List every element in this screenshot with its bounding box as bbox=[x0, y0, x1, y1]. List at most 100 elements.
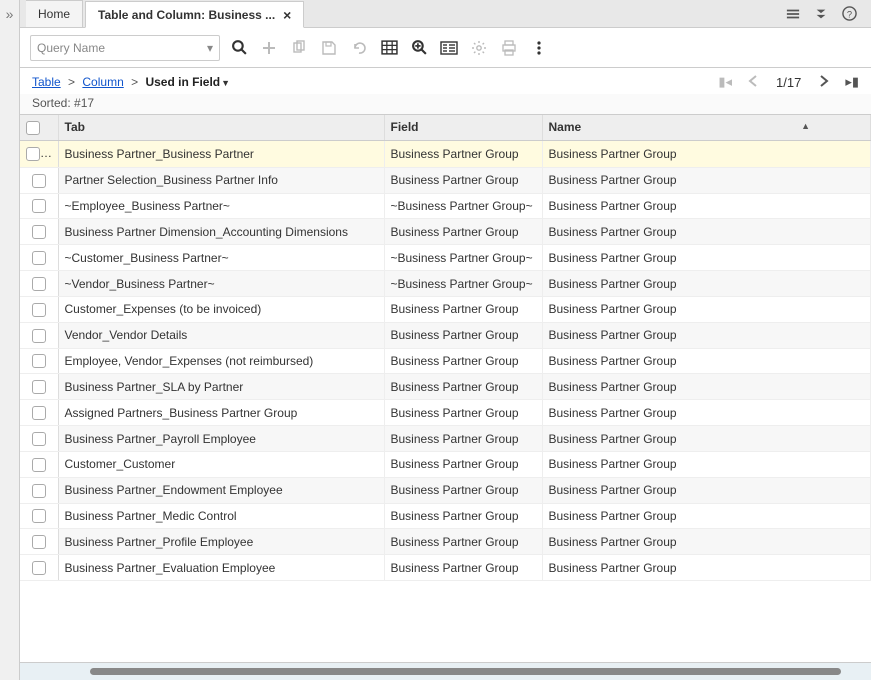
cell-tab: Business Partner_Evaluation Employee bbox=[58, 555, 384, 581]
row-checkbox[interactable] bbox=[32, 458, 46, 472]
row-checkbox-cell bbox=[20, 348, 58, 374]
table-row[interactable]: ~Vendor_Business Partner~~Business Partn… bbox=[20, 271, 871, 297]
more-icon[interactable] bbox=[530, 39, 548, 57]
cell-field: Business Partner Group bbox=[384, 400, 542, 426]
row-checkbox-cell bbox=[20, 322, 58, 348]
cell-field: Business Partner Group bbox=[384, 477, 542, 503]
table-row[interactable]: Business Partner_Endowment EmployeeBusin… bbox=[20, 477, 871, 503]
form-icon[interactable] bbox=[440, 39, 458, 57]
first-page-icon: ▮◂ bbox=[718, 74, 732, 90]
table-row[interactable]: Vendor_Vendor Details Business Partner Gr… bbox=[20, 322, 871, 348]
row-checkbox[interactable] bbox=[32, 174, 46, 188]
cell-field: Business Partner Group bbox=[384, 426, 542, 452]
cell-field: Business Partner Group bbox=[384, 529, 542, 555]
toolbar: Query Name ▾ bbox=[20, 28, 871, 68]
row-checkbox[interactable] bbox=[32, 303, 46, 317]
cell-tab: ~Customer_Business Partner~ bbox=[58, 245, 384, 271]
next-page-icon[interactable] bbox=[815, 75, 831, 90]
table-row[interactable]: Business Partner_Business Partner Busines… bbox=[20, 140, 871, 167]
row-checkbox[interactable] bbox=[32, 484, 46, 498]
table-row[interactable]: Employee, Vendor_Expenses (not reimburse… bbox=[20, 348, 871, 374]
row-checkbox-cell bbox=[20, 477, 58, 503]
row-checkbox[interactable] bbox=[32, 251, 46, 265]
table-row[interactable]: Business Partner Dimension_Accounting Di… bbox=[20, 219, 871, 245]
cell-field: Business Partner Group bbox=[384, 503, 542, 529]
gear-icon bbox=[470, 39, 488, 57]
column-header-tab[interactable]: Tab bbox=[58, 115, 384, 140]
cell-tab: Business Partner_Business Partner bbox=[58, 140, 384, 167]
row-checkbox[interactable] bbox=[32, 535, 46, 549]
undo-icon bbox=[350, 39, 368, 57]
row-checkbox[interactable] bbox=[26, 147, 40, 161]
row-checkbox-cell bbox=[20, 400, 58, 426]
table-row[interactable]: Business Partner_SLA by PartnerBusiness … bbox=[20, 374, 871, 400]
table-row[interactable]: Customer_CustomerBusiness Partner GroupB… bbox=[20, 451, 871, 477]
row-checkbox-cell bbox=[20, 503, 58, 529]
select-all-checkbox[interactable] bbox=[26, 121, 40, 135]
print-icon bbox=[500, 39, 518, 57]
table-row[interactable]: Business Partner_Medic ControlBusiness P… bbox=[20, 503, 871, 529]
cell-name: Business Partner Group bbox=[542, 555, 871, 581]
collapse-icon[interactable] bbox=[814, 7, 828, 21]
column-header-field[interactable]: Field bbox=[384, 115, 542, 140]
row-checkbox-cell bbox=[20, 374, 58, 400]
svg-text:?: ? bbox=[847, 9, 852, 19]
cell-tab: ~Employee_Business Partner~ bbox=[58, 193, 384, 219]
sorted-indicator: Sorted: #17 bbox=[20, 94, 871, 115]
help-icon[interactable]: ? bbox=[842, 6, 857, 21]
row-checkbox[interactable] bbox=[32, 329, 46, 343]
breadcrumb-column[interactable]: Column bbox=[82, 75, 123, 89]
query-select[interactable]: Query Name ▾ bbox=[30, 35, 220, 61]
row-checkbox[interactable] bbox=[32, 432, 46, 446]
menu-icon[interactable] bbox=[786, 7, 800, 21]
zoom-icon[interactable] bbox=[410, 39, 428, 57]
grid-icon[interactable] bbox=[380, 39, 398, 57]
column-header-name[interactable]: Name▲ bbox=[542, 115, 871, 140]
cell-name: Business Partner Group bbox=[542, 140, 871, 167]
row-checkbox[interactable] bbox=[32, 509, 46, 523]
cell-name: Business Partner Group bbox=[542, 296, 871, 322]
cell-name: Business Partner Group bbox=[542, 193, 871, 219]
table-row[interactable]: ~Customer_Business Partner~~Business Par… bbox=[20, 245, 871, 271]
table-row[interactable]: Partner Selection_Business Partner InfoB… bbox=[20, 167, 871, 193]
table-row[interactable]: Business Partner_Profile EmployeeBusines… bbox=[20, 529, 871, 555]
tab-active[interactable]: Table and Column: Business ... × bbox=[85, 1, 304, 28]
row-checkbox-cell bbox=[20, 529, 58, 555]
cell-tab: Partner Selection_Business Partner Info bbox=[58, 167, 384, 193]
cell-name: Business Partner Group bbox=[542, 400, 871, 426]
cell-name: Business Partner Group bbox=[542, 322, 871, 348]
row-checkbox-cell bbox=[20, 167, 58, 193]
close-icon[interactable]: × bbox=[283, 8, 291, 22]
table-row[interactable]: Business Partner_Evaluation EmployeeBusi… bbox=[20, 555, 871, 581]
table-row[interactable]: ~Employee_Business Partner~~Business Par… bbox=[20, 193, 871, 219]
copy-icon bbox=[290, 39, 308, 57]
table-row[interactable]: Business Partner_Payroll EmployeeBusines… bbox=[20, 426, 871, 452]
last-page-icon[interactable]: ▸▮ bbox=[845, 74, 859, 90]
table-row[interactable]: Customer_Expenses (to be invoiced)Busine… bbox=[20, 296, 871, 322]
row-checkbox[interactable] bbox=[32, 561, 46, 575]
tab-home[interactable]: Home bbox=[26, 0, 83, 27]
row-checkbox[interactable] bbox=[32, 277, 46, 291]
cell-field: Business Partner Group bbox=[384, 555, 542, 581]
breadcrumb-table[interactable]: Table bbox=[32, 75, 61, 89]
cell-tab: Vendor_Vendor Details bbox=[58, 322, 384, 348]
chevron-down-icon[interactable]: ▼ bbox=[221, 78, 230, 88]
cell-tab: Business Partner_Medic Control bbox=[58, 503, 384, 529]
cell-name: Business Partner Group bbox=[542, 503, 871, 529]
row-checkbox-cell bbox=[20, 271, 58, 297]
row-checkbox-cell bbox=[20, 193, 58, 219]
breadcrumb-sep: > bbox=[131, 75, 138, 89]
search-icon[interactable] bbox=[230, 39, 248, 57]
row-checkbox[interactable] bbox=[32, 199, 46, 213]
row-checkbox[interactable] bbox=[32, 406, 46, 420]
row-checkbox[interactable] bbox=[32, 225, 46, 239]
data-grid: Tab Field Name▲ Business Partner_Busines… bbox=[20, 115, 871, 662]
cell-name: Business Partner Group bbox=[542, 348, 871, 374]
expand-handle[interactable]: » bbox=[0, 0, 20, 680]
cell-field: ~Business Partner Group~ bbox=[384, 193, 542, 219]
row-checkbox-cell bbox=[20, 426, 58, 452]
horizontal-scrollbar[interactable] bbox=[90, 668, 841, 675]
row-checkbox[interactable] bbox=[32, 380, 46, 394]
table-row[interactable]: Assigned Partners_Business Partner Group… bbox=[20, 400, 871, 426]
row-checkbox[interactable] bbox=[32, 354, 46, 368]
